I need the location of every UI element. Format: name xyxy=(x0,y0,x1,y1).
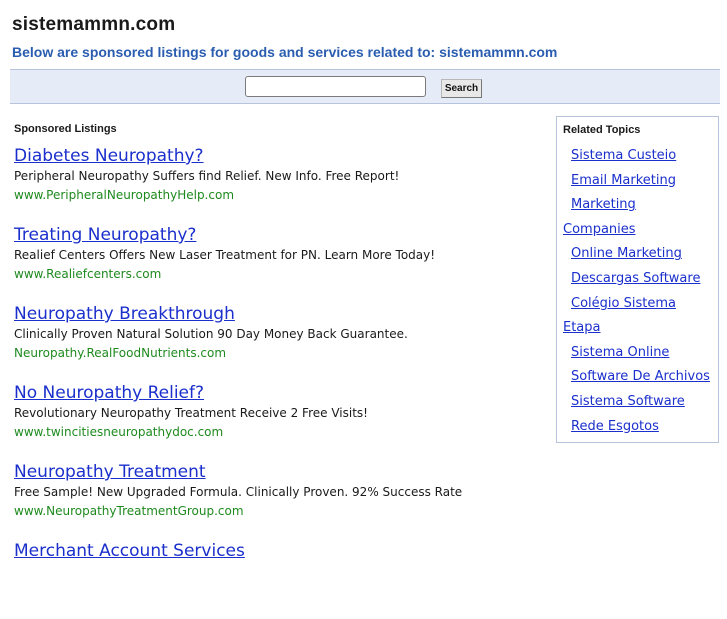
listing-title-link[interactable]: Treating Neuropathy? xyxy=(14,224,544,246)
related-topic-link[interactable]: Marketing xyxy=(557,195,718,220)
listing-title-link[interactable]: Neuropathy Treatment xyxy=(14,461,544,483)
listing-description: Realief Centers Offers New Laser Treatme… xyxy=(14,248,436,262)
related-topic-link[interactable]: Sistema Online xyxy=(557,343,718,368)
listing-url[interactable]: Neuropathy.RealFoodNutrients.com xyxy=(14,344,544,363)
listing-description: Peripheral Neuropathy Suffers find Relie… xyxy=(14,169,400,183)
related-topics-panel: Related Topics Sistema Custeio Email Mark… xyxy=(556,116,719,443)
search-button[interactable]: Search xyxy=(441,79,482,98)
listing-item: Neuropathy Breakthrough Clinically Prove… xyxy=(14,303,544,382)
related-topic-link[interactable]: Colégio Sistema xyxy=(557,294,718,319)
listing-url[interactable]: www.NeuropathyTreatmentGroup.com xyxy=(14,502,544,521)
related-topic-link[interactable]: Sistema Custeio xyxy=(557,146,718,171)
listing-url[interactable]: www.PeripheralNeuropathyHelp.com xyxy=(14,186,544,205)
related-topic-link[interactable]: Online Marketing xyxy=(557,244,718,269)
related-topics-heading: Related Topics xyxy=(563,124,641,136)
related-topic-link[interactable]: Etapa xyxy=(557,318,718,343)
sponsored-listings: Diabetes Neuropathy? Peripheral Neuropat… xyxy=(14,145,544,619)
listing-title-link[interactable]: Diabetes Neuropathy? xyxy=(14,145,544,167)
listing-title-link[interactable]: Merchant Account Services xyxy=(14,540,544,562)
page-subtitle: Below are sponsored listings for goods a… xyxy=(12,44,558,60)
listing-url[interactable]: www.Realiefcenters.com xyxy=(14,265,544,284)
listing-item: Merchant Account Services xyxy=(14,540,544,619)
listing-url[interactable]: www.twincitiesneuropathydoc.com xyxy=(14,423,544,442)
listing-description: Free Sample! New Upgraded Formula. Clini… xyxy=(14,485,463,499)
related-topic-link[interactable]: Rede Esgotos xyxy=(557,417,718,442)
search-input[interactable] xyxy=(245,76,426,97)
listing-title-link[interactable]: No Neuropathy Relief? xyxy=(14,382,544,404)
listing-item: Neuropathy Treatment Free Sample! New Up… xyxy=(14,461,544,540)
listing-item: No Neuropathy Relief? Revolutionary Neur… xyxy=(14,382,544,461)
related-topic-link[interactable]: Email Marketing xyxy=(557,171,718,196)
listing-description: Revolutionary Neuropathy Treatment Recei… xyxy=(14,406,368,420)
related-topics-list: Sistema Custeio Email Marketing Marketing C… xyxy=(557,146,718,441)
related-topic-link[interactable]: Descargas Software xyxy=(557,269,718,294)
related-topic-link[interactable]: Companies xyxy=(557,220,718,245)
search-bar: Search xyxy=(10,69,720,104)
listing-item: Treating Neuropathy? Realief Centers Off… xyxy=(14,224,544,303)
sponsored-listings-heading: Sponsored Listings xyxy=(14,123,117,135)
listing-description: Clinically Proven Natural Solution 90 Da… xyxy=(14,327,408,341)
listing-item: Diabetes Neuropathy? Peripheral Neuropat… xyxy=(14,145,544,224)
site-title: sistemammn.com xyxy=(12,14,176,35)
listing-title-link[interactable]: Neuropathy Breakthrough xyxy=(14,303,544,325)
related-topic-link[interactable]: Sistema Software xyxy=(557,392,718,417)
related-topic-link[interactable]: Software De Archivos xyxy=(557,367,718,392)
